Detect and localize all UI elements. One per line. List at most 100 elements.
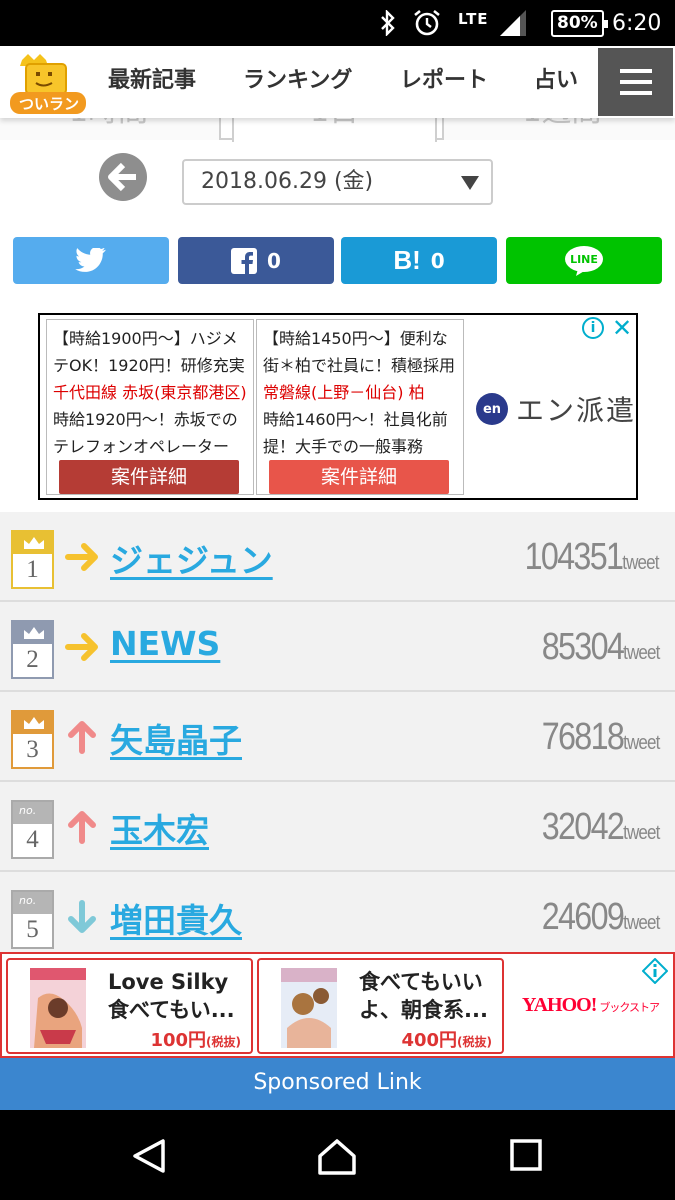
ranking-item-link[interactable]: 増田貴久 bbox=[110, 894, 242, 942]
site-logo[interactable]: ついラン bbox=[8, 52, 88, 114]
recent-apps-icon[interactable] bbox=[509, 1138, 543, 1176]
job-ad-card[interactable]: 【時給1900円〜】ハジメテOK！1920円！研修充実 千代田線 赤坂(東京都港… bbox=[46, 319, 254, 495]
rank-badge-header: no. bbox=[13, 802, 52, 824]
date-select[interactable]: 2018.06.29 (金) bbox=[182, 159, 493, 205]
ranking-item-link[interactable]: 矢島晶子 bbox=[110, 714, 242, 762]
job-ad-card[interactable]: 【時給1450円〜】便利な街＊柏で社員に！積極採用 常磐線(上野－仙台) 柏 時… bbox=[256, 319, 464, 495]
rank-number: 2 bbox=[26, 646, 39, 673]
job-ad-banner[interactable]: 【時給1900円〜】ハジメテOK！1920円！研修充実 千代田線 赤坂(東京都港… bbox=[38, 313, 638, 500]
ranking-row[interactable]: 1 ジェジュン 104351tweet bbox=[0, 512, 675, 602]
job-ad-location: 常磐線(上野－仙台) 柏 bbox=[263, 383, 425, 402]
close-icon[interactable]: ✕ bbox=[612, 315, 632, 341]
rank-badge-header bbox=[13, 622, 52, 644]
arrow-right-icon bbox=[65, 543, 98, 571]
line-icon-text: LINE bbox=[570, 252, 598, 266]
sponsored-link-bar[interactable]: Sponsored Link bbox=[0, 1058, 675, 1110]
book-title: 食べてもいい よ、朝食系... bbox=[359, 968, 499, 1024]
rank-no-label: no. bbox=[19, 894, 37, 907]
bluetooth-icon bbox=[378, 0, 398, 46]
tweet-count-unit: tweet bbox=[622, 642, 660, 664]
ranking-row[interactable]: 2 NEWS 85304tweet bbox=[0, 602, 675, 692]
tweet-count-value: 24609 bbox=[541, 896, 624, 938]
book-ad-card[interactable]: 食べてもいい よ、朝食系... 400円(税抜) bbox=[257, 958, 504, 1054]
price-value: 100円 bbox=[150, 1030, 207, 1051]
tweet-count-value: 32042 bbox=[541, 806, 624, 848]
rank-badge-header: no. bbox=[13, 892, 52, 914]
site-header: ついラン 最新記事 ランキング レポート 占い bbox=[0, 46, 675, 118]
menu-line bbox=[619, 69, 652, 73]
twitter-share-button[interactable] bbox=[13, 237, 169, 284]
hamburger-menu-button[interactable] bbox=[598, 48, 673, 116]
hatena-bookmark-count: 0 bbox=[430, 248, 445, 273]
book-cover-image bbox=[30, 968, 86, 1048]
book-price: 100円(税抜) bbox=[150, 1026, 241, 1052]
menu-line bbox=[619, 80, 652, 84]
chevron-down-icon bbox=[461, 176, 479, 190]
twitter-icon bbox=[75, 247, 106, 272]
price-tax: (税抜) bbox=[457, 1035, 492, 1049]
job-ad-title: 【時給1450円〜】便利な街＊柏で社員に！積極採用 bbox=[263, 329, 456, 375]
nav-latest-articles[interactable]: 最新記事 bbox=[108, 62, 196, 94]
tweet-count-value: 104351 bbox=[525, 536, 624, 578]
job-ad-detail-button[interactable]: 案件詳細 bbox=[59, 460, 239, 494]
yahoo-logo-text: YAHOO! bbox=[522, 994, 597, 1016]
ranking-row[interactable]: no. 4 玉木宏 32042tweet bbox=[0, 782, 675, 872]
nav-ranking[interactable]: ランキング bbox=[243, 62, 352, 94]
bookstore-ad-banner[interactable]: Love Silky 食べてもい... 100円(税抜) 食べてもいい よ、朝食… bbox=[0, 952, 675, 1058]
rank-number: 5 bbox=[26, 916, 39, 943]
tweet-count: 32042tweet bbox=[541, 806, 660, 849]
previous-date-button[interactable] bbox=[99, 153, 147, 201]
tweet-count-value: 76818 bbox=[541, 716, 624, 758]
ad-choices-icon[interactable] bbox=[642, 958, 668, 984]
facebook-icon bbox=[231, 247, 258, 274]
menu-line bbox=[619, 91, 652, 95]
book-price: 400円(税抜) bbox=[401, 1026, 492, 1052]
rank-badge: 2 bbox=[11, 620, 54, 679]
hatena-bookmark-icon: B! bbox=[393, 245, 421, 275]
tweet-count-unit: tweet bbox=[622, 552, 660, 574]
ranking-item-link[interactable]: NEWS bbox=[110, 624, 220, 663]
crown-icon bbox=[24, 717, 44, 729]
back-icon[interactable] bbox=[131, 1138, 167, 1178]
tweet-count: 24609tweet bbox=[541, 896, 660, 939]
en-haken-brand: エン派遣 bbox=[516, 394, 637, 427]
tweet-count-unit: tweet bbox=[622, 732, 660, 754]
date-select-value: 2018.06.29 (金) bbox=[201, 169, 374, 194]
job-ad-detail-button[interactable]: 案件詳細 bbox=[269, 460, 449, 494]
yahoo-bookstore-logo: YAHOO! ブックストア bbox=[522, 994, 660, 1017]
alarm-icon bbox=[412, 0, 442, 46]
ranking-row[interactable]: 3 矢島晶子 76818tweet bbox=[0, 692, 675, 782]
job-ad-location: 千代田線 赤坂(東京都港区) bbox=[53, 383, 247, 402]
rank-number: 4 bbox=[26, 826, 39, 853]
nav-report[interactable]: レポート bbox=[400, 62, 488, 94]
arrow-left-icon bbox=[108, 162, 136, 192]
rank-badge: no. 4 bbox=[11, 800, 54, 859]
book-ad-card[interactable]: Love Silky 食べてもい... 100円(税抜) bbox=[6, 958, 253, 1054]
rank-badge: no. 5 bbox=[11, 890, 54, 949]
hatena-bookmark-button[interactable]: B! 0 bbox=[341, 237, 497, 284]
ranking-item-link[interactable]: 玉木宏 bbox=[110, 804, 209, 852]
facebook-share-button[interactable]: 0 bbox=[178, 237, 334, 284]
rank-badge-header bbox=[13, 532, 52, 554]
rank-badge: 3 bbox=[11, 710, 54, 769]
home-icon[interactable] bbox=[316, 1138, 358, 1180]
rank-no-label: no. bbox=[19, 804, 37, 817]
nav-fortune[interactable]: 占い bbox=[534, 62, 578, 94]
rank-badge: 1 bbox=[11, 530, 54, 589]
rank-badge-header bbox=[13, 712, 52, 734]
crown-icon bbox=[24, 627, 44, 639]
ranking-row[interactable]: no. 5 増田貴久 24609tweet bbox=[0, 872, 675, 962]
arrow-right-icon bbox=[65, 633, 98, 661]
android-nav-bar bbox=[0, 1110, 675, 1200]
ranking-item-link[interactable]: ジェジュン bbox=[110, 534, 273, 582]
tweet-count: 104351tweet bbox=[525, 536, 660, 579]
arrow-up-icon bbox=[68, 811, 96, 844]
arrow-down-icon bbox=[68, 900, 96, 933]
price-tax: (税抜) bbox=[206, 1035, 241, 1049]
ad-info-icon[interactable]: i bbox=[582, 317, 604, 339]
book-title-line: Love Silky bbox=[108, 970, 229, 994]
signal-icon bbox=[498, 0, 528, 46]
book-cover-image bbox=[281, 968, 337, 1048]
line-share-button[interactable]: LINE bbox=[506, 237, 662, 284]
arrow-up-icon bbox=[68, 721, 96, 754]
